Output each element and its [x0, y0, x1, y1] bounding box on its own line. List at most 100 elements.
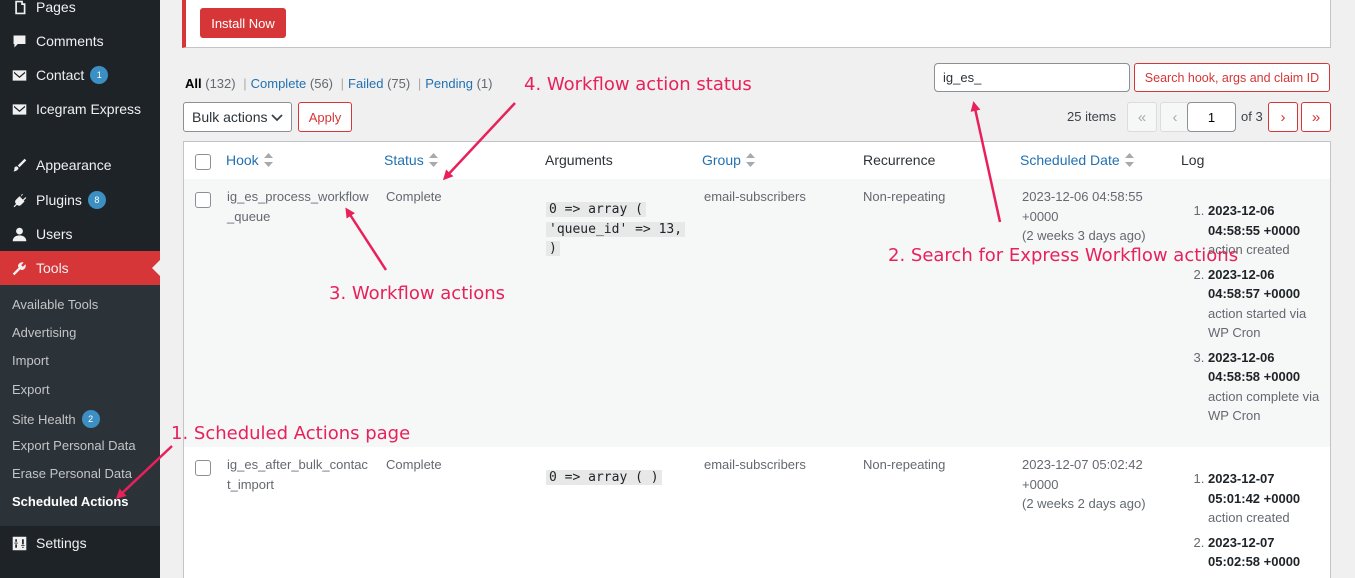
- sidebar-item-contact[interactable]: Contact 1: [0, 58, 160, 92]
- log-date: 04:58:57 +0000: [1208, 286, 1301, 301]
- status-cell: Complete: [386, 189, 442, 204]
- plugin-notice: [182, 0, 1331, 48]
- sidebar-item-pages[interactable]: Pages: [0, 0, 160, 24]
- submenu-import[interactable]: Import: [12, 353, 49, 368]
- submenu-export[interactable]: Export: [12, 382, 50, 397]
- date-text: 2023-12-07 05:02:42: [1022, 457, 1143, 472]
- log-date: 2023-12-07: [1208, 471, 1275, 486]
- user-icon: [10, 225, 28, 243]
- select-all-checkbox[interactable]: [195, 154, 211, 170]
- column-arguments: Arguments: [545, 152, 613, 168]
- sidebar-item-icegram-express[interactable]: Icegram Express: [0, 92, 160, 126]
- row-checkbox[interactable]: [195, 192, 211, 208]
- filter-separator: |: [340, 76, 345, 91]
- filter-failed[interactable]: Failed: [348, 76, 383, 91]
- column-label: Scheduled Date: [1020, 152, 1120, 168]
- log-cell: 2023-12-07 05:01:42 +0000 action created…: [1192, 469, 1300, 577]
- scheduled-actions-table: Hook Status Arguments Group Recurrence S…: [183, 141, 1331, 578]
- filter-pending-count: (1): [476, 76, 493, 91]
- next-page-button[interactable]: ›: [1268, 102, 1298, 132]
- log-date: 2023-12-06: [1208, 203, 1275, 218]
- column-recurrence: Recurrence: [863, 152, 936, 168]
- column-scheduled-date[interactable]: Scheduled Date: [1020, 152, 1134, 168]
- sidebar-item-plugins[interactable]: Plugins 8: [0, 183, 160, 217]
- current-page-input[interactable]: [1187, 102, 1236, 132]
- log-date: 2023-12-06: [1208, 349, 1275, 365]
- column-hook[interactable]: Hook: [226, 152, 273, 168]
- recurrence-cell: Non-repeating: [863, 457, 946, 472]
- log-date: 04:58:55 +0000: [1208, 222, 1301, 238]
- submenu-advertising[interactable]: Advertising: [12, 325, 76, 340]
- row-checkbox[interactable]: [195, 460, 211, 476]
- search-button[interactable]: Search hook, args and claim ID: [1134, 63, 1330, 92]
- hook-cell: ig_es_after_bulk_contac t_import: [227, 455, 368, 494]
- plugin-icon: [10, 191, 28, 209]
- filter-complete-count: (56): [309, 76, 334, 91]
- sort-icon: [745, 153, 755, 167]
- comment-icon: [10, 32, 28, 50]
- notification-badge: 2: [81, 410, 100, 428]
- chevron-down-icon: [271, 114, 283, 122]
- annotation-search: 2. Search for Express Workflow actions: [888, 245, 1239, 266]
- log-date: 05:02:58 +0000: [1208, 554, 1301, 569]
- column-status[interactable]: Status: [384, 152, 438, 168]
- filter-complete[interactable]: Complete: [251, 76, 307, 91]
- log-date: 04:58:58 +0000: [1208, 369, 1301, 384]
- admin-sidebar: Pages Comments Contact 1 Icegram Express…: [0, 0, 160, 578]
- bulk-actions-select[interactable]: Bulk actions: [183, 102, 292, 132]
- submenu-site-health[interactable]: Site Health 2: [12, 410, 100, 428]
- column-label: Status: [384, 152, 424, 168]
- submenu-scheduled-actions[interactable]: Scheduled Actions: [12, 494, 129, 509]
- date-relative: (2 weeks 2 days ago): [1022, 496, 1146, 511]
- date-text: +0000: [1022, 476, 1059, 492]
- total-pages: of 3: [1241, 109, 1263, 124]
- hook-text: ig_es_after_bulk_contac: [227, 457, 368, 472]
- mail-icon: [10, 100, 28, 118]
- args-line: 'queue_id' => 13,: [546, 221, 686, 237]
- prev-page-button[interactable]: ‹: [1160, 102, 1190, 132]
- args-line: 0 => array (: [546, 202, 646, 217]
- arguments-cell: 0 => array ( 'queue_id' => 13, ): [546, 200, 686, 259]
- filter-all[interactable]: All: [185, 76, 202, 91]
- sidebar-item-settings[interactable]: Settings: [0, 526, 160, 560]
- log-date: 2023-12-07: [1208, 534, 1275, 550]
- submenu-available-tools[interactable]: Available Tools: [12, 297, 98, 312]
- apply-button[interactable]: Apply: [298, 102, 352, 132]
- log-message: WP Cron: [1208, 325, 1261, 340]
- sidebar-item-label: Users: [36, 226, 73, 242]
- table-row: ig_es_after_bulk_contac t_import Complet…: [184, 447, 1330, 578]
- sidebar-item-tools[interactable]: Tools: [0, 251, 160, 285]
- sidebar-item-label: Plugins: [36, 192, 82, 208]
- log-date: 2023-12-06: [1208, 266, 1275, 282]
- annotation-scheduled-actions: 1. Scheduled Actions page: [171, 423, 411, 444]
- sort-icon: [428, 153, 438, 167]
- items-count: 25 items: [1067, 109, 1117, 124]
- filter-failed-count: (75): [387, 76, 411, 91]
- search-input[interactable]: [934, 63, 1130, 92]
- last-page-button[interactable]: »: [1301, 102, 1331, 132]
- date-text: +0000: [1022, 208, 1059, 224]
- sidebar-item-users[interactable]: Users: [0, 217, 160, 251]
- hook-text: _queue: [227, 208, 271, 224]
- notification-badge: 1: [90, 66, 109, 84]
- column-label: Group: [702, 152, 741, 168]
- sidebar-item-comments[interactable]: Comments: [0, 24, 160, 58]
- filter-pending[interactable]: Pending: [425, 76, 473, 91]
- submenu-erase-personal-data[interactable]: Erase Personal Data: [12, 466, 132, 481]
- sliders-icon: [10, 534, 28, 552]
- sidebar-item-label: Contact: [36, 67, 85, 83]
- filter-all-count: (132): [205, 76, 236, 91]
- pages-icon: [10, 0, 28, 16]
- filter-separator: |: [243, 76, 247, 91]
- install-now-button[interactable]: Install Now: [200, 8, 286, 38]
- bulk-actions-label: Bulk actions: [192, 109, 268, 125]
- first-page-button[interactable]: «: [1127, 102, 1157, 132]
- submenu-export-personal-data[interactable]: Export Personal Data: [12, 438, 136, 453]
- hook-cell: ig_es_process_workflow _queue: [227, 187, 369, 226]
- column-label: Hook: [226, 152, 259, 168]
- arguments-cell: 0 => array ( ): [546, 468, 662, 488]
- scheduled-date-cell: 2023-12-07 05:02:42 +0000 (2 weeks 2 day…: [1022, 455, 1146, 514]
- annotation-status: 4. Workflow action status: [524, 74, 752, 95]
- column-group[interactable]: Group: [702, 152, 755, 168]
- sidebar-item-appearance[interactable]: Appearance: [0, 148, 160, 182]
